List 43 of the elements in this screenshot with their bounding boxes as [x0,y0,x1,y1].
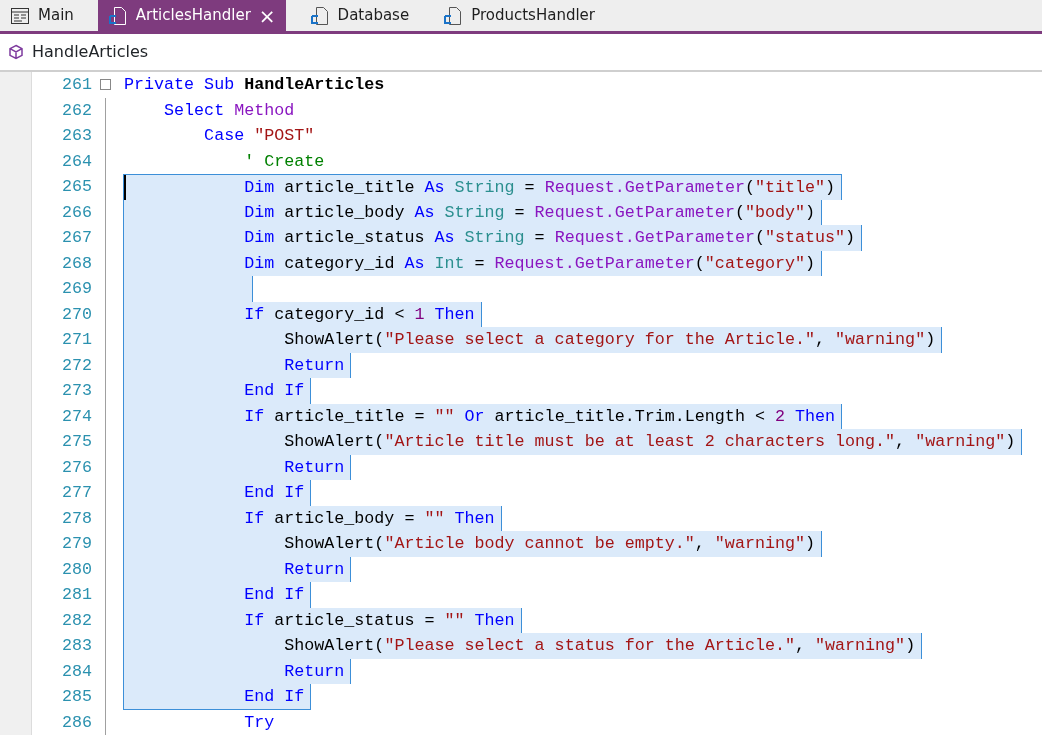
close-icon[interactable]: × [258,5,276,26]
editor-tab[interactable]: ArticlesHandler × [97,0,286,31]
collapse-icon[interactable] [100,79,111,90]
method-name[interactable]: HandleArticles [32,40,149,64]
line-number: 265 [60,176,92,198]
code-line: Case "POST" [203,125,316,147]
editor-tab[interactable]: Database [299,0,420,31]
line-number: 286 [60,711,92,734]
line-number: 283 [60,635,92,657]
line-number: 273 [60,380,92,402]
line-number: 280 [60,558,92,581]
editor-tab[interactable]: ProductsHandler [433,0,605,31]
line-number: 277 [60,482,92,504]
editor-tab[interactable]: Main [0,0,84,31]
document-icon [309,5,330,26]
line-number: 285 [60,686,92,708]
line-number: 276 [60,456,92,479]
line-number: 269 [60,278,92,300]
line-number: 278 [60,507,92,530]
line-number: 266 [60,201,92,224]
document-icon [107,5,128,26]
line-number: 284 [60,660,92,683]
code-line: Private Sub HandleArticles [123,74,386,96]
line-number: 262 [60,99,92,122]
line-number: 270 [60,303,92,326]
line-number: 274 [60,405,92,428]
line-number: 282 [60,609,92,632]
line-number: 267 [60,227,92,249]
line-number: 264 [60,150,92,173]
line-number: 271 [60,329,92,351]
line-number: 281 [60,584,92,606]
code-line: ' Create [243,150,326,173]
code-line: Select Method [163,99,296,122]
line-number: 275 [60,431,92,453]
document-icon [443,5,464,26]
line-number: 279 [60,533,92,555]
code-line: Try [243,711,276,734]
cube-icon [8,44,24,60]
line-number: 268 [60,252,92,275]
form-icon [10,5,30,26]
line-number: 272 [60,354,92,377]
line-number: 261 [60,74,92,96]
line-number: 263 [60,125,92,147]
